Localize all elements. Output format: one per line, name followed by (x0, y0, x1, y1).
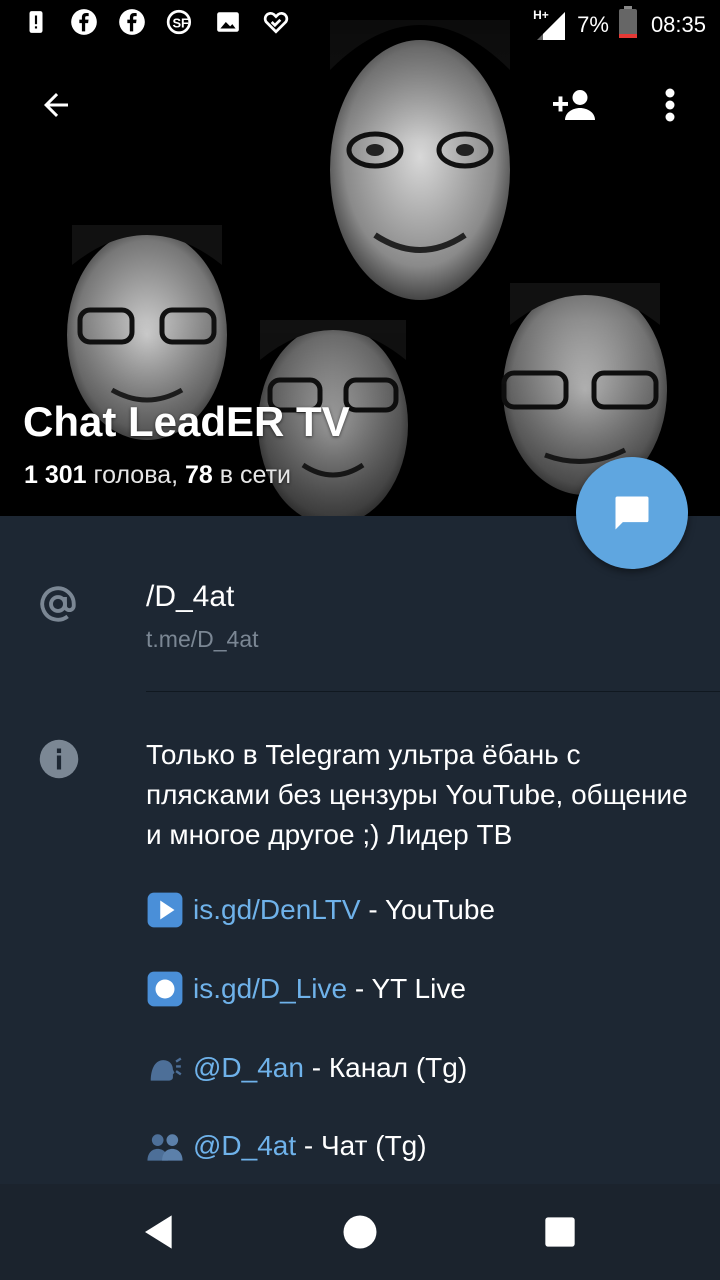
image-icon (214, 8, 242, 36)
sf-icon: SF (166, 8, 194, 36)
link-caption: - YouTube (360, 894, 495, 925)
description-link-line: is.gd/D_Live - YT Live (146, 970, 466, 1008)
info-icon (37, 737, 81, 781)
message-icon (615, 496, 649, 530)
at-sign-icon (36, 582, 80, 626)
chat-link[interactable]: @D_4at (193, 1130, 296, 1162)
facebook-icon (118, 8, 146, 36)
arrow-left-icon (44, 93, 68, 117)
clock: 08:35 (650, 11, 706, 37)
chat-members-status: 1 301 голова, 78 в сети (24, 461, 291, 490)
add-person-icon (553, 90, 595, 120)
alert-icon (22, 8, 50, 36)
nav-back-button[interactable] (128, 1200, 192, 1264)
online-count: 78 (185, 461, 213, 489)
yt-live-link[interactable]: is.gd/D_Live (193, 973, 347, 1005)
triangle-back-icon (145, 1215, 172, 1249)
online-label: в сети (219, 461, 291, 489)
square-recents-icon (545, 1217, 575, 1247)
battery-percent: 7% (577, 11, 609, 37)
members-label: голова, (93, 461, 179, 489)
nav-recents-button[interactable] (528, 1200, 592, 1264)
facebook-icon (70, 8, 98, 36)
svg-text:SF: SF (172, 15, 189, 30)
description-link-line: @D_4an - Канал (Tg) (146, 1049, 467, 1087)
circle-home-icon (343, 1215, 377, 1249)
open-chat-button[interactable] (576, 457, 688, 569)
link-caption: - Канал (Tg) (303, 1052, 468, 1083)
description-link-line: @D_4at - Чат (Tg) (146, 1127, 427, 1165)
members-count: 1 301 (24, 461, 87, 489)
chat-description: Только в Telegram ультра ёбань с пляскам… (146, 739, 688, 850)
play-button-emoji (146, 891, 184, 929)
more-options-button[interactable] (648, 80, 692, 130)
username-link[interactable]: t.me/D_4at (146, 626, 259, 653)
navigation-bar (0, 1184, 720, 1280)
username[interactable]: /D_4at (146, 580, 234, 614)
speaking-head-emoji (146, 1049, 184, 1087)
description-link-line: is.gd/DenLTV - YouTube (146, 891, 495, 929)
battery-icon (618, 6, 637, 43)
system-status: H+ 7% 08:35 (533, 6, 706, 43)
youtube-link[interactable]: is.gd/DenLTV (193, 894, 361, 926)
divider (146, 691, 720, 692)
chat-title: Chat LeadER TV (23, 398, 350, 445)
status-bar: SF H+ 7% 08:35 (0, 0, 720, 50)
record-button-emoji (146, 970, 184, 1008)
two-people-emoji (146, 1127, 184, 1165)
heart-icon (262, 8, 290, 36)
link-caption: - YT Live (347, 973, 466, 1004)
channel-link[interactable]: @D_4an (193, 1052, 304, 1084)
back-button[interactable] (28, 80, 84, 130)
add-member-button[interactable] (544, 80, 604, 130)
nav-home-button[interactable] (328, 1200, 392, 1264)
more-vertical-icon (665, 88, 675, 122)
link-caption: - Чат (Tg) (296, 1130, 427, 1161)
notification-icons: SF (22, 8, 290, 36)
signal-icon: H+ (533, 8, 567, 42)
